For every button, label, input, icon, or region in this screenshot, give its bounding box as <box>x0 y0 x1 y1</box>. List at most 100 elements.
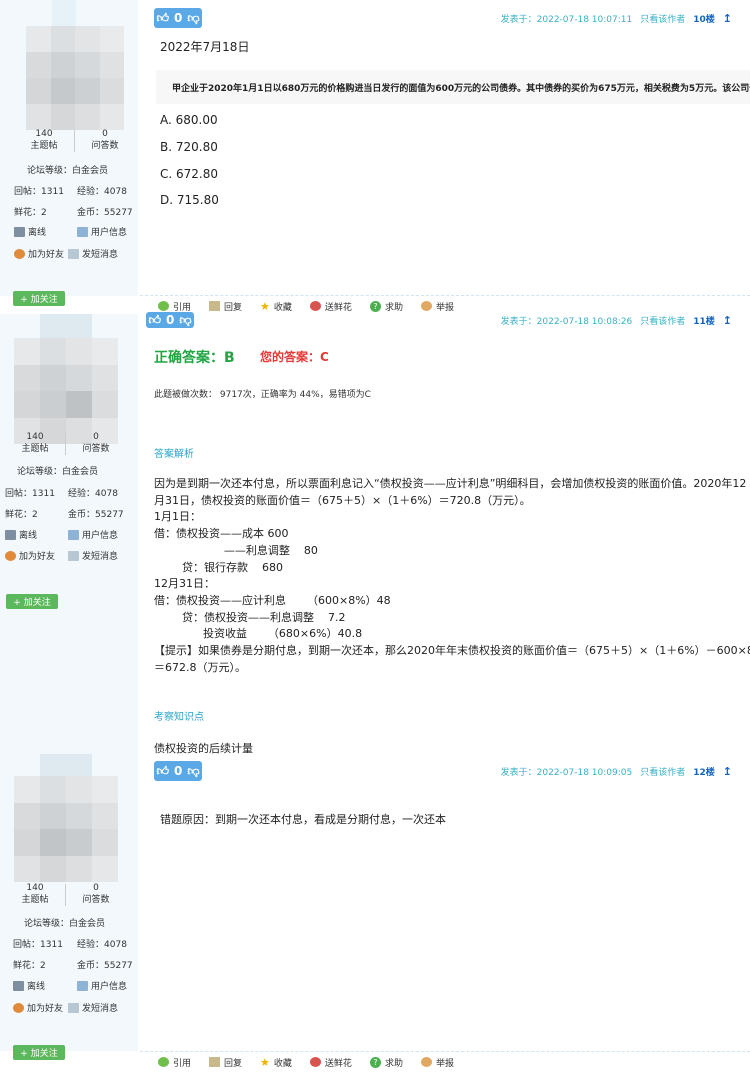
quote-icon <box>158 301 169 311</box>
post-floor-12: 140 主题帖 0 问答数 论坛等级：白金会员 回帖：1311 经验：4078 鲜花… <box>0 754 750 1060</box>
user-info-link[interactable]: 用户信息 <box>77 979 127 992</box>
explain-line: 因为是到期一次还本付息，所以票面利息记入“债权投资——应计利息”明细科目，会增加… <box>154 477 747 490</box>
favorite-button[interactable]: ★ 收藏 <box>260 300 292 313</box>
help-button[interactable]: ? 求助 <box>369 300 403 313</box>
author-sidebar: 140 主题帖 0 问答数 论坛等级：白金会员 回帖：1311 经验：4078 鲜花… <box>0 0 138 306</box>
help-icon: ? <box>369 300 381 312</box>
exp-count: 经验：4078 <box>77 187 127 197</box>
help-icon: ? <box>369 1056 381 1068</box>
avatar[interactable] <box>26 26 124 130</box>
posts-stat[interactable]: 140 主题帖 <box>5 431 65 455</box>
avatar[interactable] <box>14 776 118 882</box>
floor-number[interactable]: 10楼 <box>693 12 715 25</box>
like-count: 0 <box>174 764 183 778</box>
replies-count: 回帖：1311 <box>5 489 55 499</box>
reply-button[interactable]: 回复 <box>209 300 242 313</box>
exp-count: 经验：4078 <box>77 940 127 950</box>
follow-button[interactable]: + 加关注 <box>13 1045 65 1060</box>
post-content: 👍︎ 0 👎︎ 发表于：2022-07-18 10:09:05 只看该作者 12… <box>140 754 750 1051</box>
send-message-link[interactable]: 发短消息 <box>68 549 118 562</box>
reply-button[interactable]: 回复 <box>209 1056 242 1069</box>
exp-count: 经验：4078 <box>68 489 118 499</box>
post-actions-10: 引用 回复 ★ 收藏 送鲜花 ? 求助 举报 <box>140 295 750 316</box>
attempt-stats: 此题被做次数： 9717次，正确率为 44%，易错项为C <box>154 390 371 400</box>
like-button[interactable]: 👍︎ 0 👎︎ <box>154 761 202 781</box>
monitor-icon <box>13 980 24 991</box>
post-meta: 发表于：2022-07-18 10:09:05 只看该作者 12楼 ↥ <box>501 765 732 778</box>
option-a: A. 680.00 <box>160 113 218 127</box>
follow-button[interactable]: + 加关注 <box>13 291 65 306</box>
thumbs-down-icon: 👎︎ <box>187 763 200 778</box>
explain-line: 12月31日： <box>154 577 215 591</box>
like-count: 0 <box>174 11 183 25</box>
user-info-link[interactable]: 用户信息 <box>68 528 118 541</box>
option-d: D. 715.80 <box>160 193 219 207</box>
like-count: 0 <box>166 313 175 327</box>
back-to-top-icon[interactable]: ↥ <box>723 314 732 327</box>
posts-stat[interactable]: 140 主题帖 <box>5 882 65 906</box>
post-time: 发表于：2022-07-18 10:08:26 <box>500 317 633 327</box>
report-button[interactable]: 举报 <box>420 1056 454 1069</box>
only-author-link[interactable]: 只看该作者 <box>640 765 685 778</box>
like-button[interactable]: 👍︎ 0 👎︎ <box>154 8 202 28</box>
add-friend-link[interactable]: 加为好友 <box>14 247 64 260</box>
answers-stat[interactable]: 0 问答数 <box>75 128 135 152</box>
explain-line: ＝672.8（万元）。 <box>154 660 246 674</box>
question-text: 甲企业于2020年1月1日以680万元的价格购进当日发行的面值为600万元的公司… <box>172 84 750 94</box>
back-to-top-icon[interactable]: ↥ <box>723 12 732 25</box>
send-message-link[interactable]: 发短消息 <box>68 1001 118 1014</box>
analysis-title: 答案解析 <box>154 449 194 460</box>
quote-button[interactable]: 引用 <box>158 1056 191 1069</box>
thumbs-down-icon: 👎︎ <box>187 10 200 25</box>
flower-icon <box>309 1057 321 1067</box>
forum-level: 论坛等级：白金会员 <box>24 919 106 929</box>
coins-count: 金币：55277 <box>77 208 133 218</box>
send-flower-button[interactable]: 送鲜花 <box>309 1056 352 1069</box>
thumbs-up-icon: 👍︎ <box>156 763 170 778</box>
post-content: 👍︎ 0 👎︎ 发表于：2022-07-18 10:08:26 只看该作者 11… <box>140 312 750 755</box>
send-message-link[interactable]: 发短消息 <box>68 247 118 260</box>
replies-count: 回帖：1311 <box>13 940 63 950</box>
thumbs-up-icon: 👍︎ <box>156 10 170 25</box>
avatar[interactable] <box>14 338 118 444</box>
explain-line: 【提示】如果债券是分期付息，到期一次还本，那么2020年年末债权投资的账面价值＝… <box>154 644 750 658</box>
error-reason: 错题原因：到期一次还本付息，看成是分期付息，一次还本 <box>160 813 446 826</box>
add-friend-link[interactable]: 加为好友 <box>13 1001 63 1014</box>
explain-line: 贷：债权投资——利息调整 7.2 <box>154 610 346 624</box>
help-button[interactable]: ? 求助 <box>369 1056 403 1069</box>
post-content: 👍︎ 0 👎︎ 发表于：2022-07-18 10:07:11 只看该作者 10… <box>140 0 750 296</box>
pencil-icon <box>209 301 221 311</box>
floor-number[interactable]: 12楼 <box>693 765 715 778</box>
add-friend-icon <box>14 248 25 259</box>
offline-status: 离线 <box>13 979 45 992</box>
post-meta: 发表于：2022-07-18 10:08:26 只看该作者 11楼 ↥ <box>501 314 732 327</box>
only-author-link[interactable]: 只看该作者 <box>640 12 685 25</box>
floor-number[interactable]: 11楼 <box>693 314 715 327</box>
posts-stat[interactable]: 140 主题帖 <box>14 128 74 152</box>
option-c: C. 672.80 <box>160 167 218 181</box>
back-to-top-icon[interactable]: ↥ <box>723 765 732 778</box>
explain-line: ——利息调整 80 <box>154 543 318 557</box>
like-button[interactable]: 👍︎ 0 👎︎ <box>146 312 194 328</box>
only-author-link[interactable]: 只看该作者 <box>640 314 685 327</box>
envelope-icon <box>68 248 79 259</box>
pencil-icon <box>209 1057 221 1067</box>
author-sidebar: 140 主题帖 0 问答数 论坛等级：白金会员 回帖：1311 经验：4078 鲜花… <box>0 754 138 1060</box>
card-icon <box>68 529 79 540</box>
favorite-button[interactable]: ★ 收藏 <box>260 1056 292 1069</box>
flowers-count: 鲜花：2 <box>13 961 46 971</box>
monitor-icon <box>5 529 16 540</box>
answers-stat[interactable]: 0 问答数 <box>66 431 126 455</box>
knowledge-title: 考察知识点 <box>154 712 204 723</box>
answers-stat[interactable]: 0 问答数 <box>66 882 126 906</box>
quote-button[interactable]: 引用 <box>158 300 191 313</box>
add-friend-link[interactable]: 加为好友 <box>5 549 55 562</box>
user-info-link[interactable]: 用户信息 <box>77 225 127 238</box>
hand-icon <box>420 301 432 311</box>
post-date-line: 2022年7月18日 <box>160 40 250 54</box>
post-time: 发表于：2022-07-18 10:07:11 <box>500 15 633 25</box>
card-icon <box>77 226 88 237</box>
follow-button[interactable]: + 加关注 <box>6 594 58 609</box>
send-flower-button[interactable]: 送鲜花 <box>309 300 352 313</box>
report-button[interactable]: 举报 <box>420 300 454 313</box>
